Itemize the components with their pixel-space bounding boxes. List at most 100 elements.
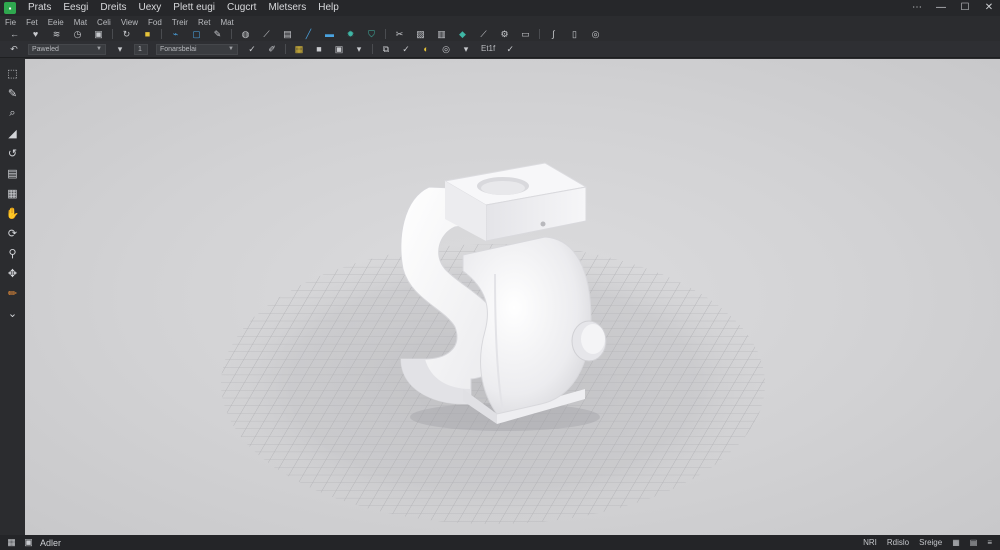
shield-icon[interactable]: ⛉ <box>366 29 377 40</box>
toolbar-divider <box>285 44 286 54</box>
gear-icon[interactable]: ⚙ <box>499 29 510 40</box>
minimize-icon[interactable]: — <box>936 3 946 13</box>
scene-canvas <box>221 162 765 524</box>
menu-item[interactable]: Dreits <box>94 0 132 16</box>
box-icon[interactable]: ■ <box>314 44 324 54</box>
size-dropdown-value: 1 <box>138 45 142 53</box>
toolbar-divider <box>372 44 373 54</box>
menu-item-help[interactable]: Help <box>312 0 345 16</box>
image-icon[interactable]: ▨ <box>415 29 426 40</box>
refresh-icon[interactable]: ↻ <box>121 29 132 40</box>
menu-item[interactable]: Plett eugi <box>167 0 221 16</box>
bucket-icon[interactable]: ◆ <box>457 29 468 40</box>
readout-value: Et1f <box>481 44 496 53</box>
target-icon[interactable]: ◎ <box>590 29 601 40</box>
menu-icon[interactable]: ≡ <box>987 538 992 547</box>
maximize-icon[interactable]: ☐ <box>960 3 970 13</box>
brush-tool-icon[interactable]: ✎ <box>6 86 20 100</box>
frame-icon[interactable]: ▭ <box>520 29 531 40</box>
pin-icon[interactable]: ✓ <box>505 44 515 54</box>
app-logo-icon: ▪ <box>4 2 16 14</box>
lock-icon[interactable]: ▥ <box>436 29 447 40</box>
cube-icon[interactable]: ▣ <box>334 44 344 54</box>
menu-item[interactable]: Uexy <box>132 0 167 16</box>
line-tool-icon[interactable]: ╱ <box>303 29 314 40</box>
toolbar-divider <box>231 29 232 39</box>
mode-dropdown[interactable]: Paweled ▼ <box>28 43 106 55</box>
3d-viewport[interactable] <box>25 59 1000 535</box>
check-icon[interactable]: ✓ <box>247 44 257 54</box>
grid-toggle-icon[interactable]: ▦ <box>952 538 960 547</box>
material-dropdown[interactable]: Fonarsbelai ▼ <box>156 43 238 55</box>
clock-icon[interactable]: ◷ <box>72 29 83 40</box>
clipboard-icon[interactable]: ▤ <box>282 29 293 40</box>
slash-icon[interactable]: ⟋ <box>261 29 272 40</box>
chevron-down-icon: ▼ <box>96 46 102 52</box>
globe-icon[interactable]: ◍ <box>240 29 251 40</box>
document-icon[interactable]: ▯ <box>569 29 580 40</box>
stack-icon[interactable]: ▦ <box>294 44 304 54</box>
paint-tool-icon[interactable]: ✏ <box>6 286 20 300</box>
status-right: NRI Rdislo Sreige ▦ ▤ ≡ <box>863 535 992 550</box>
layers-icon[interactable]: ≋ <box>51 29 62 40</box>
menu-item[interactable]: Prats <box>22 0 57 16</box>
window-controls: ⋯ — ☐ ✕ <box>912 0 994 16</box>
main-toolbar: ← ♥ ≋ ◷ ▣ ↻ ■ ⌁ ▢ ✎ ◍ ⟋ ▤ ╱ ▬ ✹ ⛉ ✂ ▨ ▥ … <box>0 27 1000 41</box>
toolbar-divider <box>161 29 162 39</box>
scissors-icon[interactable]: ✂ <box>394 29 405 40</box>
chevron-down-icon: ▼ <box>228 46 234 52</box>
menu-item[interactable]: Cugcrt <box>221 0 262 16</box>
status-item: Sreige <box>919 538 943 547</box>
menu-item[interactable]: Mletsers <box>262 0 312 16</box>
target-small-icon[interactable]: ◎ <box>441 44 451 54</box>
image-icon[interactable]: ▣ <box>23 537 34 548</box>
undo-icon[interactable]: ↶ <box>9 44 19 54</box>
brush-icon[interactable]: ⟋ <box>478 29 489 40</box>
chevron-down-icon[interactable]: ▾ <box>354 44 364 54</box>
paint-icon[interactable]: ◐ <box>421 44 431 54</box>
chevron-down-icon[interactable]: ▾ <box>461 44 471 54</box>
status-item: Rdislo <box>886 538 910 547</box>
mode-dropdown-value: Paweled <box>32 45 59 53</box>
link-icon[interactable]: ⌁ <box>170 29 181 40</box>
pencil-icon[interactable]: ✎ <box>212 29 223 40</box>
zoom-tool-icon[interactable]: ⌕ <box>6 106 20 120</box>
left-tool-panel: ⬚ ✎ ⌕ ◢ ↺ ▤ ▦ ✋ ⟳ ⚲ ✥ ✏ ⌄ <box>0 59 25 535</box>
lasso-tool-icon[interactable]: ↺ <box>6 146 20 160</box>
folder-icon[interactable]: ■ <box>142 29 153 40</box>
settings-icon[interactable]: ✹ <box>345 29 356 40</box>
status-label: Adler <box>40 537 62 548</box>
layout-icon[interactable]: ▤ <box>970 538 978 547</box>
shape-icon[interactable]: ▬ <box>324 29 335 40</box>
grid-icon[interactable]: ▦ <box>6 537 17 548</box>
property-toolbar: ↶ Paweled ▼ ▾ 1 Fonarsbelai ▼ ✓ ✐ ▦ ■ ▣ … <box>0 41 1000 58</box>
back-icon[interactable]: ← <box>9 29 20 40</box>
curve-icon[interactable]: ∫ <box>548 29 559 40</box>
chevron-down-icon[interactable]: ▾ <box>115 44 125 54</box>
camera-icon[interactable]: ▣ <box>93 29 104 40</box>
size-dropdown[interactable]: 1 <box>134 43 148 55</box>
feather-icon[interactable]: ✐ <box>267 44 277 54</box>
menu-bar: Prats Eesgi Dreits Uexy Plett eugi Cugcr… <box>22 0 345 16</box>
copy-icon[interactable]: ⧉ <box>381 44 391 54</box>
transform-tool-icon[interactable]: ✥ <box>6 266 20 280</box>
dropper-tool-icon[interactable]: ⚲ <box>6 246 20 260</box>
select-tool-icon[interactable]: ⬚ <box>6 66 20 80</box>
material-dropdown-value: Fonarsbelai <box>160 45 197 53</box>
status-item: NRI <box>863 538 877 547</box>
tick-icon[interactable]: ✓ <box>401 44 411 54</box>
more-icon[interactable]: ⋯ <box>912 3 922 13</box>
heart-icon[interactable]: ♥ <box>30 29 41 40</box>
rotate-tool-icon[interactable]: ⟳ <box>6 226 20 240</box>
layer-tool-icon[interactable]: ▤ <box>6 166 20 180</box>
chevron-down-icon[interactable]: ⌄ <box>6 306 20 320</box>
sculpt-tool-icon[interactable]: ✋ <box>6 206 20 220</box>
select-box-icon[interactable]: ▢ <box>191 29 202 40</box>
toolbar-divider <box>112 29 113 39</box>
grid-tool-icon[interactable]: ▦ <box>6 186 20 200</box>
toolbar-divider <box>539 29 540 39</box>
close-icon[interactable]: ✕ <box>984 3 994 13</box>
title-bar: ▪ Prats Eesgi Dreits Uexy Plett eugi Cug… <box>0 0 1000 16</box>
menu-item[interactable]: Eesgi <box>57 0 94 16</box>
eraser-tool-icon[interactable]: ◢ <box>6 126 20 140</box>
